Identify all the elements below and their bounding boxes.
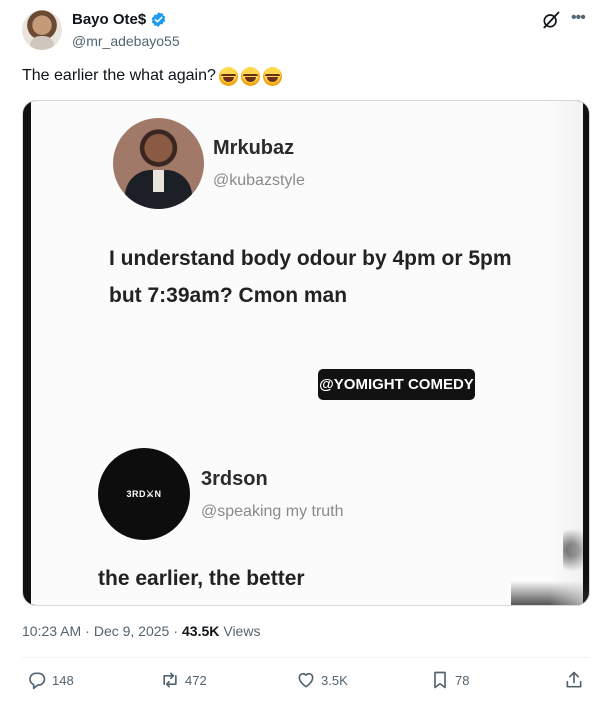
bookmark-icon: [434, 671, 446, 689]
more-icon[interactable]: •••: [571, 8, 586, 28]
repost-icon: [163, 672, 177, 688]
share-button[interactable]: [564, 670, 584, 690]
author-handle[interactable]: @mr_adebayo55: [72, 33, 180, 49]
meta-separator: ·: [85, 623, 90, 639]
like-count: 3.5K: [321, 672, 348, 688]
divider: [22, 657, 590, 658]
tears-of-joy-emoji-icon: [262, 66, 282, 86]
mrkubaz-post-text: I understand body odour by 4pm or 5pm bu…: [109, 240, 581, 314]
author-display-name[interactable]: Bayo Ote$: [72, 11, 146, 28]
author-avatar[interactable]: [22, 10, 62, 50]
tweet-text-content: The earlier the what again?: [22, 67, 216, 84]
mrkubaz-avatar: [113, 118, 204, 209]
like-button[interactable]: 3.5K: [296, 670, 348, 690]
3rdson-post-text: the earlier, the better: [98, 567, 305, 590]
tweet: Bayo Ote$ @mr_adebayo55 ••• The earlier …: [0, 0, 612, 712]
views-count: 43.5K: [182, 623, 220, 639]
bookmark-count: 78: [455, 672, 470, 688]
tweet-text: The earlier the what again?: [22, 66, 282, 86]
views-label: Views: [223, 623, 261, 639]
tweet-time[interactable]: 10:23 AM: [22, 623, 81, 639]
reply-icon: [29, 672, 46, 690]
screenshot-content: Mrkubaz @kubazstyle I understand body od…: [31, 101, 589, 605]
tweet-date[interactable]: Dec 9, 2025: [94, 623, 170, 639]
repost-count: 472: [185, 672, 207, 688]
3rdson-name: 3rdson: [201, 468, 268, 490]
tweet-meta: 10:23 AM · Dec 9, 2025 · 43.5K Views: [22, 623, 260, 639]
author-name-row: Bayo Ote$: [72, 11, 167, 28]
tweet-media-image[interactable]: Mrkubaz @kubazstyle I understand body od…: [22, 100, 590, 606]
reply-count: 148: [52, 672, 74, 688]
share-icon: [566, 671, 582, 688]
mrkubaz-name: Mrkubaz: [213, 137, 295, 159]
repost-button[interactable]: 472: [160, 670, 207, 690]
mrkubaz-post-line2: but 7:39am? Cmon man: [109, 284, 348, 307]
tears-of-joy-emoji-icon: [218, 66, 238, 86]
heart-icon: [298, 672, 314, 688]
mrkubaz-handle: @kubazstyle: [213, 172, 305, 189]
3rdson-avatar: 3RD⚔N: [98, 448, 190, 540]
comedy-watermark: @YOMIGHT COMEDY: [318, 369, 475, 400]
3rdson-handle: @speaking my truth: [201, 503, 344, 520]
meta-separator: ·: [173, 623, 178, 639]
bookmark-button[interactable]: 78: [430, 670, 469, 690]
mrkubaz-post-line1: I understand body odour by 4pm or 5pm: [109, 247, 512, 270]
action-bar: 148 472 3.5K 78: [22, 670, 590, 694]
verified-badge-icon: [151, 12, 166, 27]
grok-icon[interactable]: [541, 10, 561, 30]
tears-of-joy-emoji-icon: [240, 66, 260, 86]
reply-button[interactable]: 148: [27, 670, 74, 690]
